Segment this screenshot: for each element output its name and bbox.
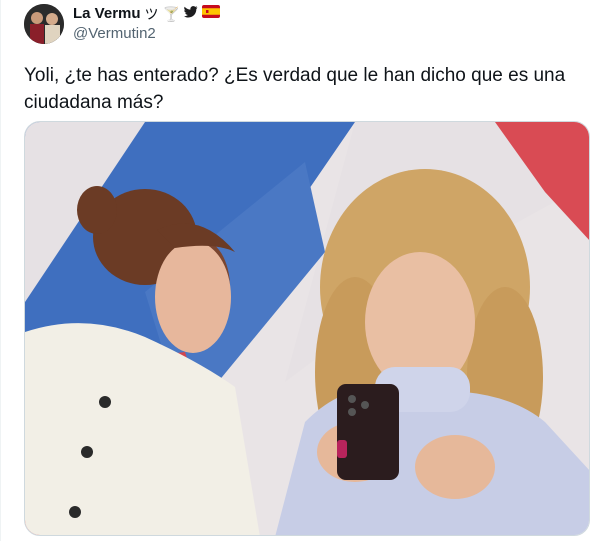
tweet-photo[interactable]	[24, 121, 590, 536]
author-handle[interactable]: @Vermutin2	[73, 24, 220, 44]
tweet-text-line-2: ciudadana más?	[24, 92, 164, 113]
display-name[interactable]: La Vermu	[73, 4, 141, 24]
smiley-emoji: ツ	[144, 6, 159, 22]
spain-flag-icon	[201, 4, 220, 24]
tweet-card[interactable]: La Vermu ツ 🍸 @Vermutin2 Yoli, ¿te has en…	[0, 0, 601, 541]
tweet-text-line-1: Yoli, ¿te has enterado? ¿Es verdad que l…	[24, 65, 566, 86]
author-names: La Vermu ツ 🍸 @Vermutin2	[73, 4, 220, 44]
tweet-header: La Vermu ツ 🍸 @Vermutin2	[24, 4, 220, 44]
bird-icon	[183, 4, 198, 24]
tweet-text: Yoli, ¿te has enterado? ¿Es verdad que l…	[24, 62, 584, 116]
photo-illustration	[25, 122, 589, 535]
cocktail-icon: 🍸	[162, 6, 180, 22]
avatar[interactable]	[24, 4, 64, 44]
display-name-row[interactable]: La Vermu ツ 🍸	[73, 4, 220, 24]
